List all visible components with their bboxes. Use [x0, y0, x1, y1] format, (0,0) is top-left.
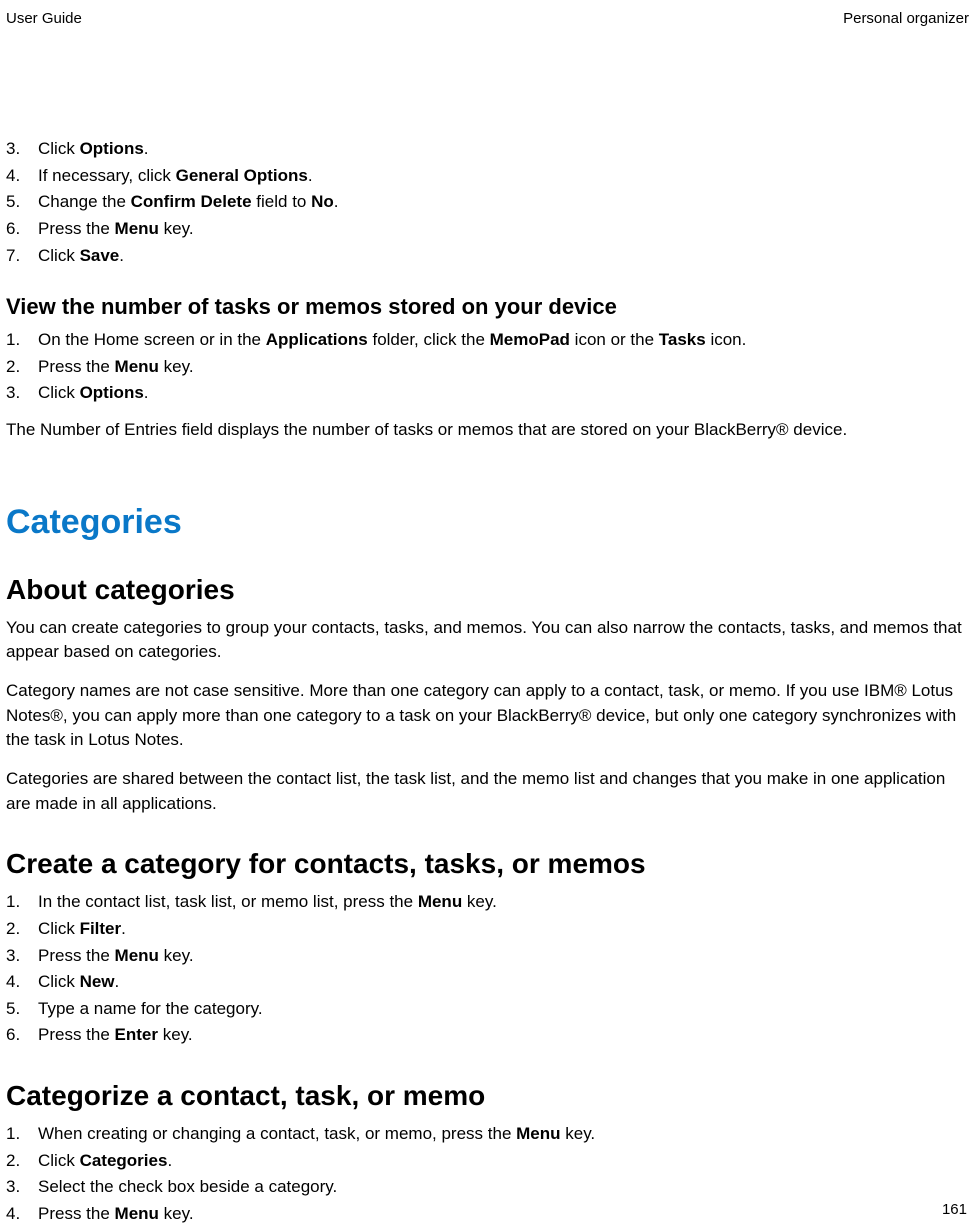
list-item-number: 2.: [6, 355, 38, 380]
list-item-text: Click New.: [38, 970, 969, 995]
list-item-text: Click Filter.: [38, 917, 969, 942]
paragraph-about-2: Category names are not case sensitive. M…: [6, 679, 969, 753]
list-item: 1.On the Home screen or in the Applicati…: [6, 328, 969, 353]
list-item: 7.Click Save.: [6, 244, 969, 269]
list-item-number: 1.: [6, 328, 38, 353]
list-item: 2.Click Categories.: [6, 1149, 969, 1174]
list-item-text: If necessary, click General Options.: [38, 164, 969, 189]
list-item-number: 2.: [6, 1149, 38, 1174]
header-left: User Guide: [6, 10, 82, 27]
list-item: 1.When creating or changing a contact, t…: [6, 1122, 969, 1147]
list-item-text: Type a name for the category.: [38, 997, 969, 1022]
list-item-text: Press the Menu key.: [38, 355, 969, 380]
list-item-text: Press the Menu key.: [38, 217, 969, 242]
list-item-number: 4.: [6, 164, 38, 189]
list-item: 6.Press the Menu key.: [6, 217, 969, 242]
list-item-text: In the contact list, task list, or memo …: [38, 890, 969, 915]
list-item-text: Click Options.: [38, 381, 969, 406]
list-item-number: 1.: [6, 1122, 38, 1147]
list-item-number: 6.: [6, 217, 38, 242]
heading-create-category: Create a category for contacts, tasks, o…: [6, 848, 969, 880]
list-item-text: Press the Menu key.: [38, 944, 969, 969]
list-item-number: 3.: [6, 1175, 38, 1200]
list-item: 6.Press the Enter key.: [6, 1023, 969, 1048]
list-item-number: 1.: [6, 890, 38, 915]
ordered-list-4: 1.When creating or changing a contact, t…: [6, 1122, 969, 1227]
list-item: 3.Select the check box beside a category…: [6, 1175, 969, 1200]
page-number: 161: [942, 1201, 967, 1218]
list-item: 5.Change the Confirm Delete field to No.: [6, 190, 969, 215]
list-item-number: 3.: [6, 137, 38, 162]
ordered-list-3: 1.In the contact list, task list, or mem…: [6, 890, 969, 1048]
list-item-number: 5.: [6, 997, 38, 1022]
list-item: 4.If necessary, click General Options.: [6, 164, 969, 189]
list-item-text: Press the Enter key.: [38, 1023, 969, 1048]
list-item-number: 2.: [6, 917, 38, 942]
list-item-number: 4.: [6, 970, 38, 995]
list-item: 5.Type a name for the category.: [6, 997, 969, 1022]
list-item: 3.Click Options.: [6, 381, 969, 406]
list-item-text: When creating or changing a contact, tas…: [38, 1122, 969, 1147]
list-item-number: 6.: [6, 1023, 38, 1048]
heading-view-tasks: View the number of tasks or memos stored…: [6, 294, 969, 320]
list-item-number: 5.: [6, 190, 38, 215]
heading-categorize: Categorize a contact, task, or memo: [6, 1080, 969, 1112]
list-item-text: Press the Menu key.: [38, 1202, 969, 1227]
list-item-text: Select the check box beside a category.: [38, 1175, 969, 1200]
page-header: User Guide Personal organizer: [0, 0, 975, 27]
list-item: 4.Press the Menu key.: [6, 1202, 969, 1227]
list-item-number: 7.: [6, 244, 38, 269]
list-item: 2.Click Filter.: [6, 917, 969, 942]
list-item-text: Click Options.: [38, 137, 969, 162]
list-item: 4.Click New.: [6, 970, 969, 995]
paragraph-about-1: You can create categories to group your …: [6, 616, 969, 665]
list-item-text: Click Categories.: [38, 1149, 969, 1174]
heading-about-categories: About categories: [6, 574, 969, 606]
list-item-number: 4.: [6, 1202, 38, 1227]
paragraph-entries-note: The Number of Entries field displays the…: [6, 418, 969, 443]
list-item: 3.Press the Menu key.: [6, 944, 969, 969]
list-item-number: 3.: [6, 381, 38, 406]
ordered-list-1: 3.Click Options.4.If necessary, click Ge…: [6, 137, 969, 268]
paragraph-about-3: Categories are shared between the contac…: [6, 767, 969, 816]
page-content: 3.Click Options.4.If necessary, click Ge…: [0, 27, 975, 1227]
ordered-list-2: 1.On the Home screen or in the Applicati…: [6, 328, 969, 406]
list-item-text: Click Save.: [38, 244, 969, 269]
list-item-number: 3.: [6, 944, 38, 969]
list-item-text: Change the Confirm Delete field to No.: [38, 190, 969, 215]
heading-categories: Categories: [6, 503, 969, 542]
list-item-text: On the Home screen or in the Application…: [38, 328, 969, 353]
list-item: 2.Press the Menu key.: [6, 355, 969, 380]
list-item: 3.Click Options.: [6, 137, 969, 162]
list-item: 1.In the contact list, task list, or mem…: [6, 890, 969, 915]
header-right: Personal organizer: [843, 10, 969, 27]
